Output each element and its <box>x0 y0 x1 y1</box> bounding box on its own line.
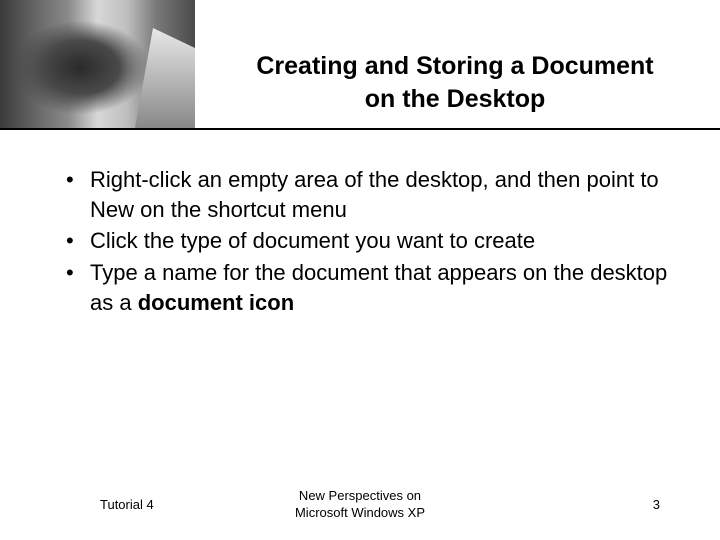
footer-center-line-2: Microsoft Windows XP <box>295 505 425 520</box>
title-line-2: on the Desktop <box>365 85 546 113</box>
header-image <box>0 0 195 128</box>
bullet-text: Click the type of document you want to c… <box>90 228 535 253</box>
footer-left: Tutorial 4 <box>100 497 154 512</box>
footer-page-number: 3 <box>653 497 660 512</box>
slide-content: Right-click an empty area of the desktop… <box>0 130 720 317</box>
bullet-item: Right-click an empty area of the desktop… <box>60 165 670 224</box>
footer-center: New Perspectives on Microsoft Windows XP <box>295 488 425 522</box>
footer-center-line-1: New Perspectives on <box>299 488 421 503</box>
bullet-bold-fragment: document icon <box>138 290 294 315</box>
bullet-item: Type a name for the document that appear… <box>60 258 670 317</box>
slide-title: Creating and Storing a Document on the D… <box>210 50 700 115</box>
slide-header: Creating and Storing a Document on the D… <box>0 0 720 130</box>
bullet-item: Click the type of document you want to c… <box>60 226 670 256</box>
bullet-text: Right-click an empty area of the desktop… <box>90 167 659 222</box>
title-line-1: Creating and Storing a Document <box>256 52 653 80</box>
slide-footer: Tutorial 4 New Perspectives on Microsoft… <box>0 497 720 512</box>
bullet-list: Right-click an empty area of the desktop… <box>60 165 670 317</box>
